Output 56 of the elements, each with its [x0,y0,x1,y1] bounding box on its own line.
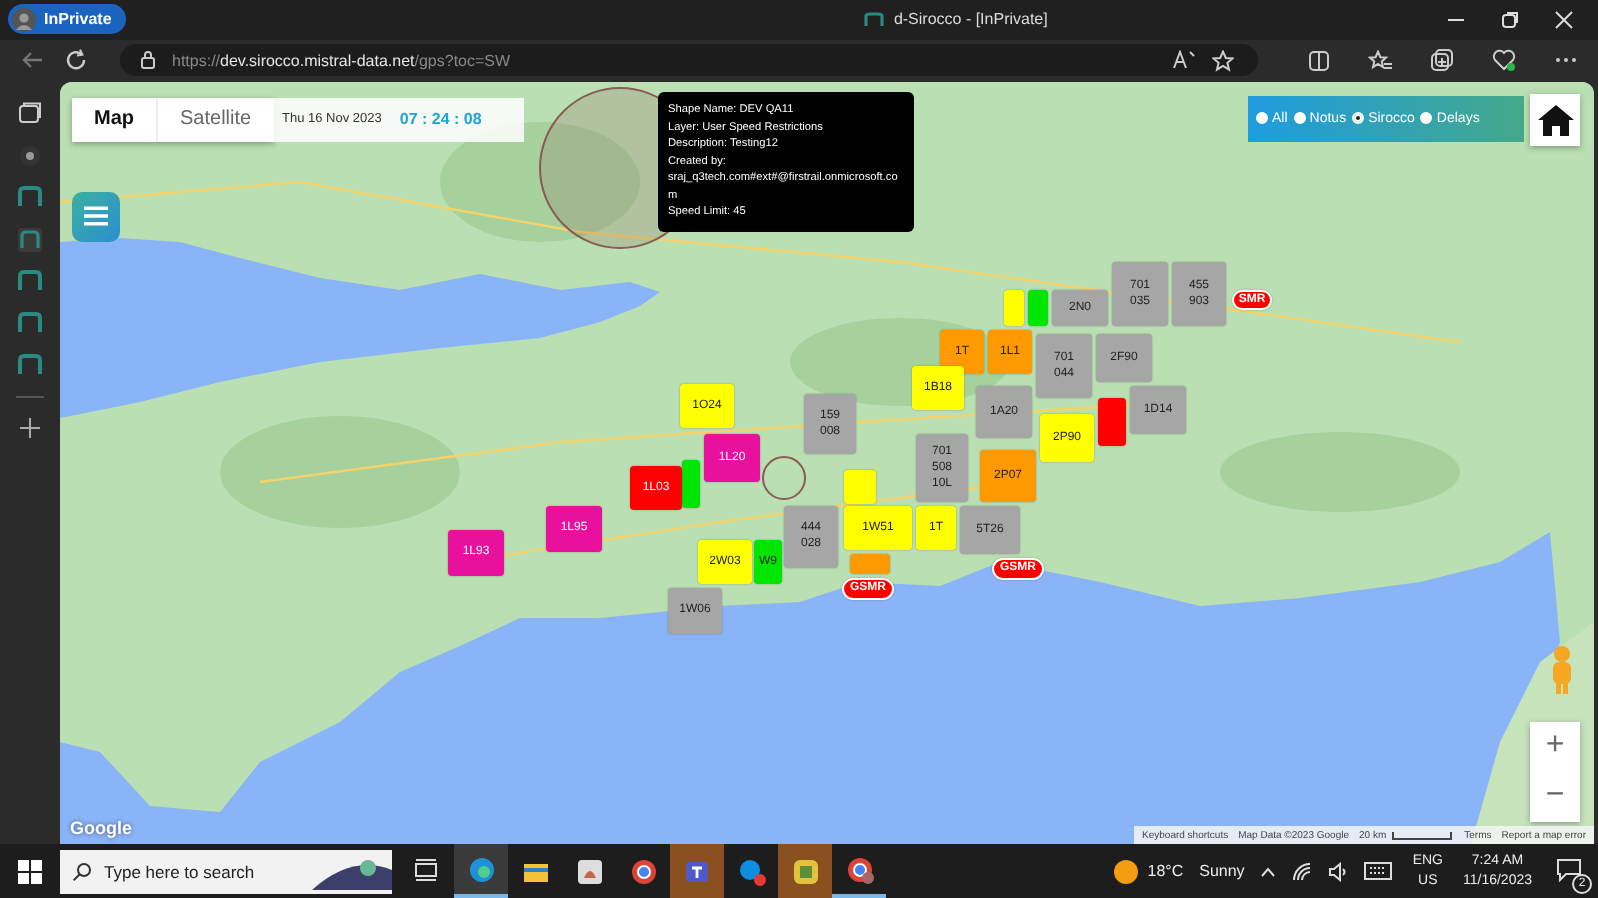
favorite-star-icon[interactable] [1212,49,1234,72]
tabs-icon[interactable] [18,101,42,126]
close-icon[interactable] [1554,9,1574,30]
url-text: https://dev.sirocco.mistral-data.net/gps?toc=SW [172,51,511,70]
map-logo: Google [70,818,132,838]
more-icon[interactable] [1554,56,1578,65]
scale-bar [1392,831,1453,839]
wifi-icon[interactable] [1292,861,1313,881]
circle-icon[interactable] [18,143,42,168]
window-title: d-Sirocco - [InPrivate] [893,10,1048,29]
person-icon [12,7,36,32]
sun-icon [1113,859,1138,883]
app-logo-icon[interactable] [18,269,42,294]
app-logo-icon[interactable] [18,311,42,336]
marker-shape[interactable] [1098,397,1126,446]
app-icon[interactable] [575,857,603,885]
zoom-button[interactable]: − [1530,771,1580,822]
app-logo-icon[interactable] [18,353,42,378]
zoom-button[interactable]: + [1530,721,1580,772]
marker-shape[interactable] [682,459,700,508]
address-field[interactable]: https://dev.sirocco.mistral-data.net/gps?toc=SW [120,44,1258,77]
inprivate-badge[interactable]: InPrivate [8,4,126,35]
temperature-text: 18°C [1147,862,1184,880]
clock-text: 07 : 24 : 08 [399,110,482,129]
marker-shape[interactable] [844,469,876,504]
app-logo-icon[interactable] [18,227,42,252]
collections-icon[interactable] [1430,48,1454,73]
taskbar-search-field[interactable]: Type here to search [104,861,300,881]
chevron-up-icon[interactable] [1260,865,1277,877]
speaker-icon[interactable] [1328,861,1349,881]
restore-icon[interactable] [1500,9,1520,30]
search-icon [72,861,92,881]
menu-button[interactable] [72,191,120,242]
marker-shape[interactable] [1004,289,1024,326]
keyboard-icon[interactable] [1364,862,1393,880]
home-icon [1537,103,1573,136]
browser-icon[interactable] [467,855,495,883]
app-logo-icon [863,11,884,28]
refresh-icon[interactable] [64,48,88,73]
notifications-icon[interactable] [1556,857,1582,881]
add-icon[interactable] [18,415,42,440]
favorites-icon[interactable] [1368,49,1392,72]
menu-icon [84,204,108,229]
map-type-tab[interactable]: Map [72,97,158,142]
home-button[interactable] [1530,93,1580,146]
back-icon[interactable] [20,50,44,71]
weather-text: Sunny [1199,862,1245,880]
marker-shape[interactable] [850,553,890,574]
taskbar-search-box[interactable]: Type here to search [60,849,392,893]
app-logo-icon[interactable] [18,185,42,210]
map-type-tab[interactable]: Satellite [158,97,274,142]
task-view-icon[interactable] [413,857,441,885]
lock-icon [140,50,156,71]
split-screen-icon[interactable] [1308,49,1330,72]
marker-shape[interactable] [1028,289,1048,326]
windows-start-icon[interactable] [18,859,42,883]
